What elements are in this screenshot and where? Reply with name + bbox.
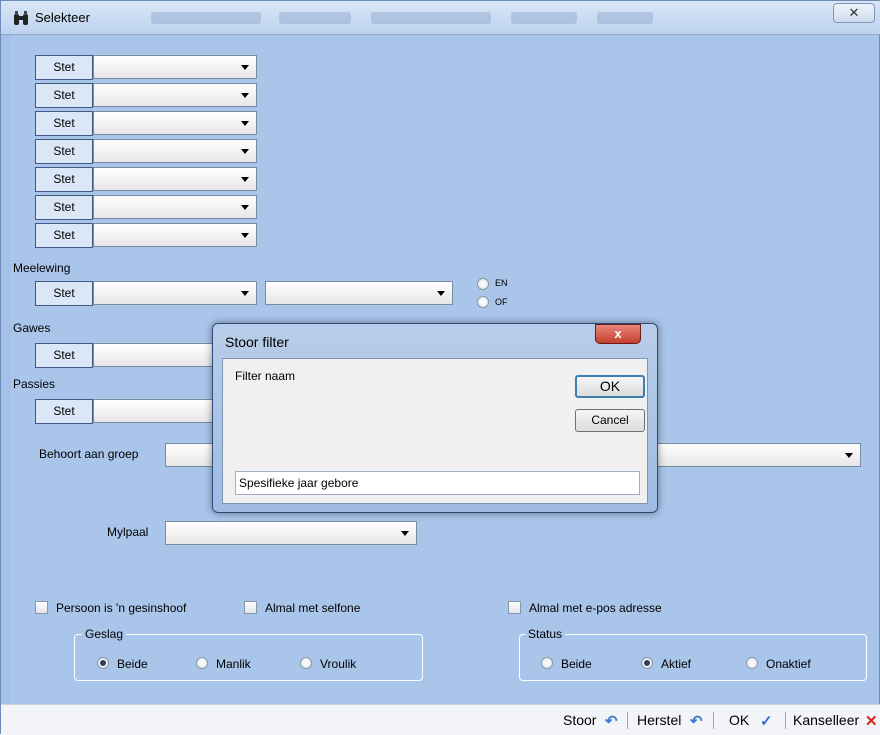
undo-icon: ↶	[605, 713, 618, 730]
dialog-body: Filter naam OK Cancel Spesifieke jaar ge…	[222, 358, 648, 504]
separator	[785, 712, 786, 729]
title-background-blur	[151, 12, 261, 24]
meelewing-label: Meelewing	[13, 261, 71, 275]
stet-combo[interactable]	[93, 83, 257, 107]
title-background-blur	[511, 12, 577, 24]
binoculars-icon	[14, 11, 28, 25]
status-onaktief-radio[interactable]	[746, 657, 758, 669]
geslag-vroulik-radio[interactable]	[300, 657, 312, 669]
gesinshoof-label: Persoon is 'n gesinshoof	[56, 601, 187, 615]
status-beide-radio[interactable]	[541, 657, 553, 669]
stet-button[interactable]: Stet	[35, 223, 93, 248]
stet-button[interactable]: Stet	[35, 111, 93, 136]
dialog-title: Stoor filter	[225, 334, 289, 350]
filter-name-input[interactable]: Spesifieke jaar gebore	[235, 471, 640, 495]
stet-button[interactable]: Stet	[35, 167, 93, 192]
passies-stet-button[interactable]: Stet	[35, 399, 93, 424]
dialog-ok-button[interactable]: OK	[575, 375, 645, 398]
left-edge	[1, 35, 11, 705]
stet-button[interactable]: Stet	[35, 55, 93, 80]
dialog-close-button[interactable]: x	[595, 324, 641, 344]
gawes-combo[interactable]	[93, 343, 223, 367]
geslag-vroulik-label: Vroulik	[320, 657, 357, 671]
stet-button[interactable]: Stet	[35, 195, 93, 220]
passies-combo[interactable]	[93, 399, 223, 423]
status-aktief-label: Aktief	[661, 657, 692, 671]
chevron-down-icon	[241, 205, 249, 210]
stet-combo[interactable]	[93, 223, 257, 247]
undo-icon: ↶	[690, 713, 703, 730]
meelewing-combo-1[interactable]	[93, 281, 257, 305]
status-legend: Status	[525, 627, 566, 641]
chevron-down-icon	[241, 65, 249, 70]
title-background-blur	[279, 12, 351, 24]
title-background-blur	[597, 12, 653, 24]
mylpaal-label: Mylpaal	[107, 525, 149, 539]
stet-button[interactable]: Stet	[35, 83, 93, 108]
selekteer-window: Selekteer ✕ Stet Stet Stet Stet Stet Ste…	[0, 0, 880, 735]
gesinshoof-checkbox[interactable]	[35, 601, 48, 614]
meelewing-stet-button[interactable]: Stet	[35, 281, 93, 306]
geslag-manlik-label: Manlik	[216, 657, 251, 671]
en-label: EN	[495, 278, 508, 288]
kanselleer-button[interactable]: Kanselleer	[793, 712, 859, 728]
gawes-stet-button[interactable]: Stet	[35, 343, 93, 368]
selfone-label: Almal met selfone	[265, 601, 361, 615]
stoor-button[interactable]: Stoor	[563, 712, 596, 728]
chevron-down-icon	[241, 93, 249, 98]
geslag-legend: Geslag	[82, 627, 127, 641]
herstel-button[interactable]: Herstel	[637, 712, 681, 728]
status-aktief-radio[interactable]	[641, 657, 653, 669]
stoor-filter-dialog: Stoor filter x Filter naam OK Cancel Spe…	[212, 323, 658, 513]
stet-combo[interactable]	[93, 195, 257, 219]
separator	[627, 712, 628, 729]
selfone-checkbox[interactable]	[244, 601, 257, 614]
en-radio[interactable]	[477, 278, 489, 290]
meelewing-combo-2[interactable]	[265, 281, 453, 305]
status-onaktief-label: Onaktief	[766, 657, 811, 671]
dialog-cancel-button[interactable]: Cancel	[575, 409, 645, 432]
chevron-down-icon	[241, 177, 249, 182]
behoort-label: Behoort aan groep	[39, 447, 139, 461]
chevron-down-icon	[241, 121, 249, 126]
chevron-down-icon	[241, 233, 249, 238]
geslag-beide-radio[interactable]	[97, 657, 109, 669]
passies-label: Passies	[13, 377, 56, 391]
ok-button[interactable]: OK	[729, 712, 749, 728]
title-background-blur	[371, 12, 491, 24]
geslag-beide-label: Beide	[117, 657, 148, 671]
chevron-down-icon	[241, 149, 249, 154]
title-bar: Selekteer ✕	[1, 1, 880, 35]
epos-label: Almal met e-pos adresse	[529, 601, 662, 615]
checkmark-icon: ✓	[760, 713, 773, 730]
chevron-down-icon	[437, 291, 445, 296]
stet-combo[interactable]	[93, 55, 257, 79]
of-label: OF	[495, 297, 508, 307]
stet-combo[interactable]	[93, 111, 257, 135]
chevron-down-icon	[845, 453, 853, 458]
epos-checkbox[interactable]	[508, 601, 521, 614]
bottom-action-bar: Stoor ↶ Herstel ↶ OK ✓ Kanselleer ✕	[1, 704, 880, 735]
gawes-label: Gawes	[13, 321, 51, 335]
of-radio[interactable]	[477, 296, 489, 308]
stet-combo[interactable]	[93, 139, 257, 163]
window-title: Selekteer	[35, 10, 90, 25]
stet-button[interactable]: Stet	[35, 139, 93, 164]
mylpaal-combo[interactable]	[165, 521, 417, 545]
window-close-button[interactable]: ✕	[833, 3, 875, 23]
geslag-manlik-radio[interactable]	[196, 657, 208, 669]
stet-combo[interactable]	[93, 167, 257, 191]
separator	[713, 712, 714, 729]
filter-name-label: Filter naam	[235, 369, 296, 383]
chevron-down-icon	[241, 291, 249, 296]
chevron-down-icon	[401, 531, 409, 536]
status-beide-label: Beide	[561, 657, 592, 671]
close-icon: ✕	[865, 713, 878, 730]
